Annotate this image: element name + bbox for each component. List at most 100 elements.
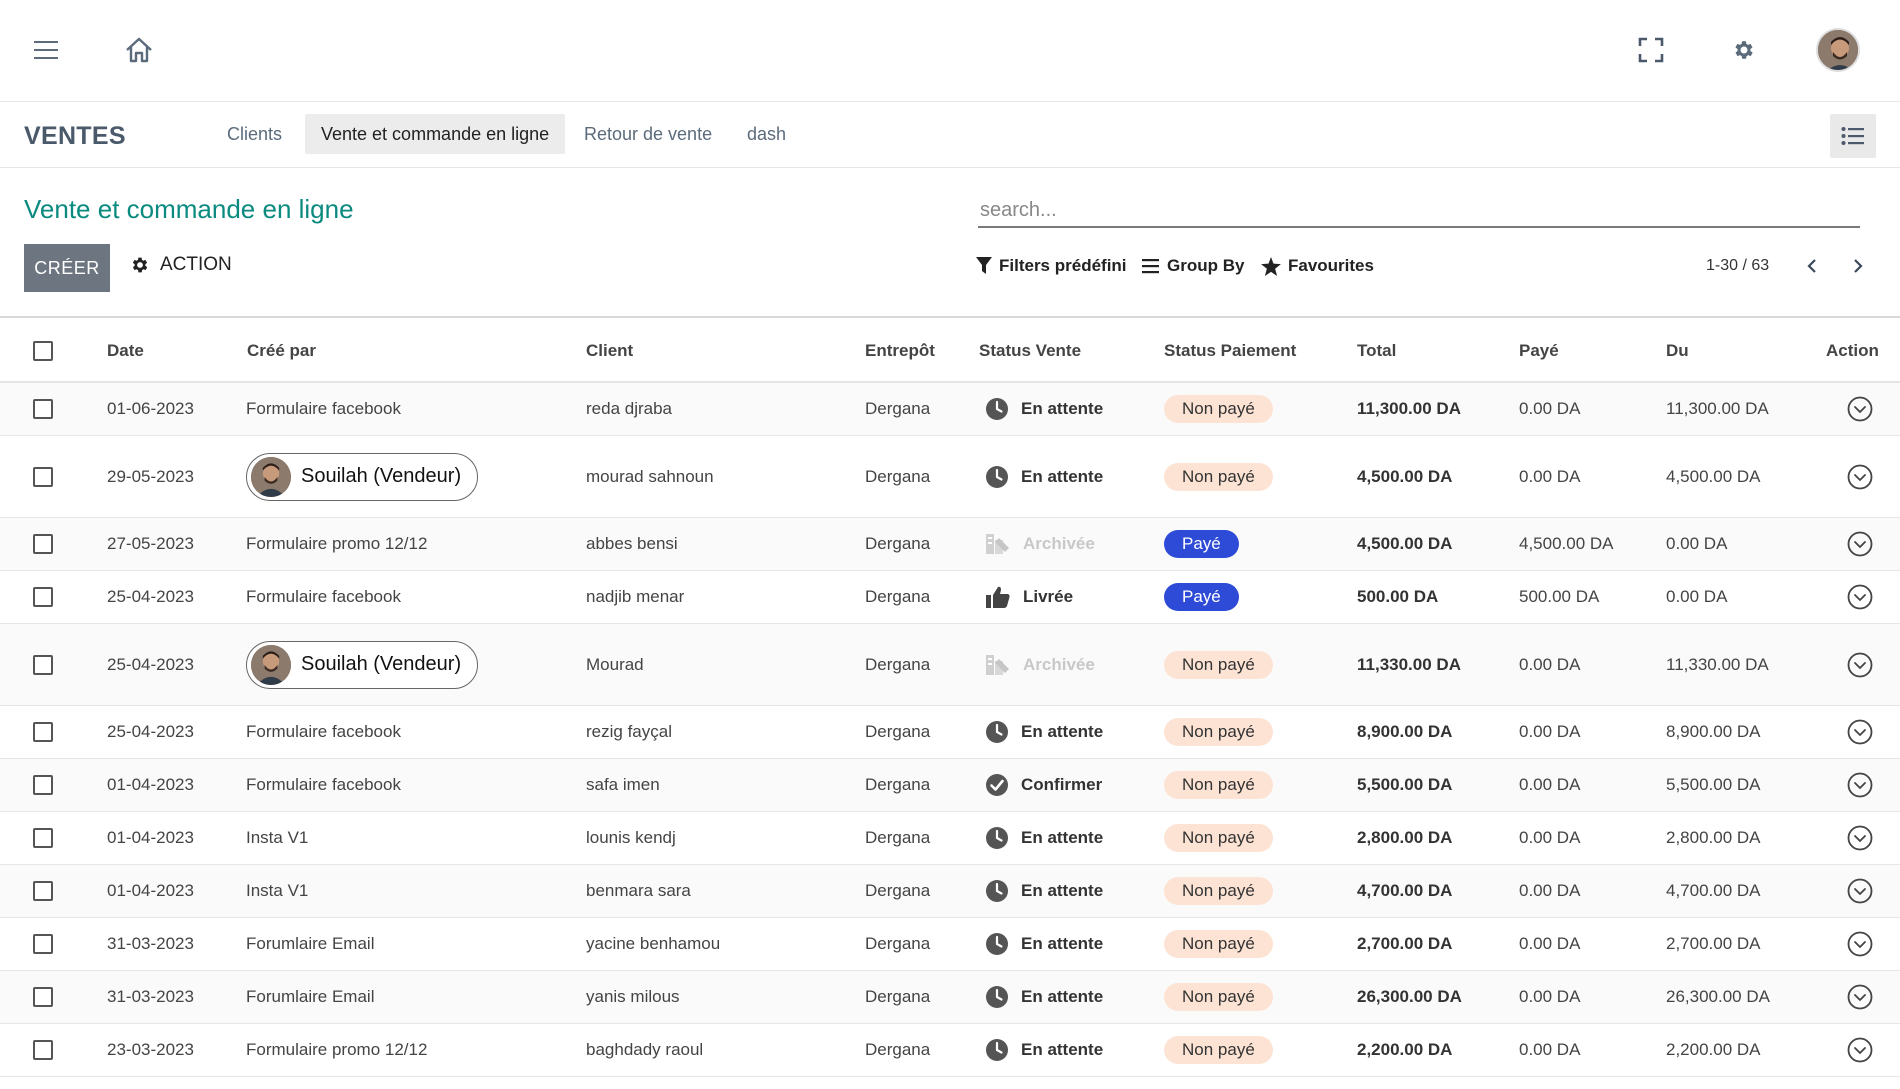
table-row[interactable]: 01-04-2023 Insta V1 benmara sara Dergana En …	[0, 865, 1900, 918]
paid-cell: 0.00 DA	[1519, 654, 1581, 674]
chevron-left-icon[interactable]	[1798, 252, 1826, 280]
client-cell: abbes bensi	[586, 534, 678, 553]
chevron-down-circle-icon[interactable]	[1847, 931, 1873, 957]
chevron-down-circle-icon[interactable]	[1847, 464, 1873, 490]
tab-vente-commande-en-ligne[interactable]: Vente et commande en ligne	[305, 114, 566, 154]
header-total[interactable]: Total	[1357, 318, 1396, 383]
select-all-cell	[33, 318, 53, 383]
due-cell: 5,500.00 DA	[1666, 775, 1761, 794]
table-row[interactable]: 27-05-2023 Formulaire promo 12/12 abbes be…	[0, 518, 1900, 571]
table-row[interactable]: 31-03-2023 Forumlaire Email yacine benhamo…	[0, 918, 1900, 971]
archive-icon	[985, 653, 1011, 677]
table-row[interactable]: 01-06-2023 Formulaire facebook reda djraba…	[0, 383, 1900, 436]
row-action-cell	[1847, 812, 1873, 864]
chevron-down-circle-icon[interactable]	[1847, 772, 1873, 798]
row-checkbox[interactable]	[33, 828, 53, 848]
favourites-label: Favourites	[1288, 256, 1374, 275]
fullscreen-icon[interactable]	[1634, 33, 1668, 67]
select-all-checkbox[interactable]	[33, 340, 53, 361]
row-checkbox[interactable]	[33, 399, 53, 419]
chevron-down-circle-icon[interactable]	[1847, 825, 1873, 851]
table-row[interactable]: 25-04-2023 Souilah (Vendeur) Mourad Dergana…	[0, 624, 1900, 706]
total-cell: 2,800.00 DA	[1357, 828, 1453, 847]
sale-status-text: Archivée	[1023, 534, 1095, 553]
header-sale-status[interactable]: Status Vente	[979, 318, 1081, 383]
menu-icon[interactable]	[30, 34, 62, 66]
action-dropdown-button[interactable]: ACTION	[130, 254, 232, 276]
user-avatar[interactable]	[1816, 28, 1860, 72]
created-by-cell: Formulaire facebook	[246, 759, 401, 811]
search-input[interactable]	[978, 194, 1860, 228]
vendor-name: Souilah (Vendeur)	[301, 465, 462, 487]
sale-status-cell: Confirmer	[985, 759, 1102, 811]
table-row[interactable]: 25-04-2023 Formulaire facebook nadjib mena…	[0, 571, 1900, 624]
row-checkbox[interactable]	[33, 587, 53, 607]
create-button[interactable]: CRÉER	[24, 244, 110, 292]
payment-status-cell: Non payé	[1164, 812, 1273, 864]
chevron-down-circle-icon[interactable]	[1847, 984, 1873, 1010]
chevron-down-circle-icon[interactable]	[1847, 584, 1873, 610]
chevron-down-circle-icon[interactable]	[1847, 531, 1873, 557]
clock-icon	[985, 397, 1009, 421]
header-payment-status[interactable]: Status Paiement	[1164, 318, 1296, 383]
row-checkbox[interactable]	[33, 466, 53, 487]
row-checkbox[interactable]	[33, 987, 53, 1007]
created-by-text: Formulaire facebook	[246, 722, 401, 741]
chevron-right-icon[interactable]	[1844, 252, 1872, 280]
list-view-toggle[interactable]	[1830, 114, 1876, 158]
chevron-down-circle-icon[interactable]	[1847, 719, 1873, 745]
table-row[interactable]: 31-03-2023 Forumlaire Email yanis milous De…	[0, 971, 1900, 1024]
payment-status-cell: Non payé	[1164, 918, 1273, 970]
row-checkbox[interactable]	[33, 934, 53, 954]
date-cell: 01-04-2023	[107, 775, 194, 794]
action-label: ACTION	[160, 254, 232, 275]
chevron-down-circle-icon[interactable]	[1847, 1037, 1873, 1063]
payment-status-badge: Non payé	[1164, 930, 1273, 958]
vendor-avatar	[251, 456, 291, 497]
client-cell: safa imen	[586, 775, 660, 794]
table-row[interactable]: 29-05-2023 Souilah (Vendeur) mourad sahnou…	[0, 436, 1900, 518]
tab-retour-de-vente[interactable]: Retour de vente	[568, 114, 728, 154]
chevron-down-circle-icon[interactable]	[1847, 652, 1873, 678]
table-row[interactable]: 01-04-2023 Formulaire facebook safa imen De…	[0, 759, 1900, 812]
header-client[interactable]: Client	[586, 318, 633, 383]
header-warehouse[interactable]: Entrepôt	[865, 318, 935, 383]
tab-clients[interactable]: Clients	[211, 114, 298, 154]
table-row[interactable]: 23-03-2023 Formulaire promo 12/12 baghdady…	[0, 1024, 1900, 1077]
clock-icon	[985, 465, 1009, 489]
total-cell: 500.00 DA	[1357, 587, 1439, 606]
settings-gear-icon[interactable]	[1727, 33, 1761, 67]
chevron-down-circle-icon[interactable]	[1847, 396, 1873, 422]
row-checkbox[interactable]	[33, 534, 53, 554]
payment-status-cell: Non payé	[1164, 624, 1273, 705]
header-created-by[interactable]: Créé par	[247, 318, 316, 383]
tab-dash[interactable]: dash	[731, 114, 802, 154]
favourites-button[interactable]: Favourites	[1261, 256, 1374, 276]
row-checkbox[interactable]	[33, 775, 53, 795]
header-paid[interactable]: Payé	[1519, 318, 1559, 383]
home-icon[interactable]	[122, 33, 156, 67]
vendor-chip[interactable]: Souilah (Vendeur)	[246, 452, 479, 501]
paid-cell: 0.00 DA	[1519, 399, 1581, 418]
due-cell: 4,700.00 DA	[1666, 881, 1761, 900]
warehouse-cell: Dergana	[865, 1040, 931, 1059]
sale-status-cell: En attente	[985, 706, 1103, 758]
paid-cell: 0.00 DA	[1519, 987, 1581, 1006]
chevron-down-circle-icon[interactable]	[1847, 878, 1873, 904]
created-by-text: Formulaire promo 12/12	[246, 534, 428, 553]
filters-button[interactable]: Filters prédéfini	[976, 256, 1127, 276]
row-checkbox[interactable]	[33, 1040, 53, 1060]
paid-cell: 0.00 DA	[1519, 1040, 1581, 1059]
row-checkbox[interactable]	[33, 881, 53, 901]
vendor-chip[interactable]: Souilah (Vendeur)	[246, 640, 479, 689]
group-by-button[interactable]: Group By	[1142, 256, 1244, 276]
sale-status-cell: Archivée	[985, 518, 1095, 570]
row-checkbox[interactable]	[33, 722, 53, 742]
header-due[interactable]: Du	[1666, 318, 1689, 383]
table-row[interactable]: 01-04-2023 Insta V1 lounis kendj Dergana En …	[0, 812, 1900, 865]
star-icon	[1261, 256, 1281, 276]
row-action-cell	[1847, 759, 1873, 811]
header-date[interactable]: Date	[107, 318, 144, 383]
table-row[interactable]: 25-04-2023 Formulaire facebook rezig fayça…	[0, 706, 1900, 759]
row-checkbox[interactable]	[33, 654, 53, 675]
